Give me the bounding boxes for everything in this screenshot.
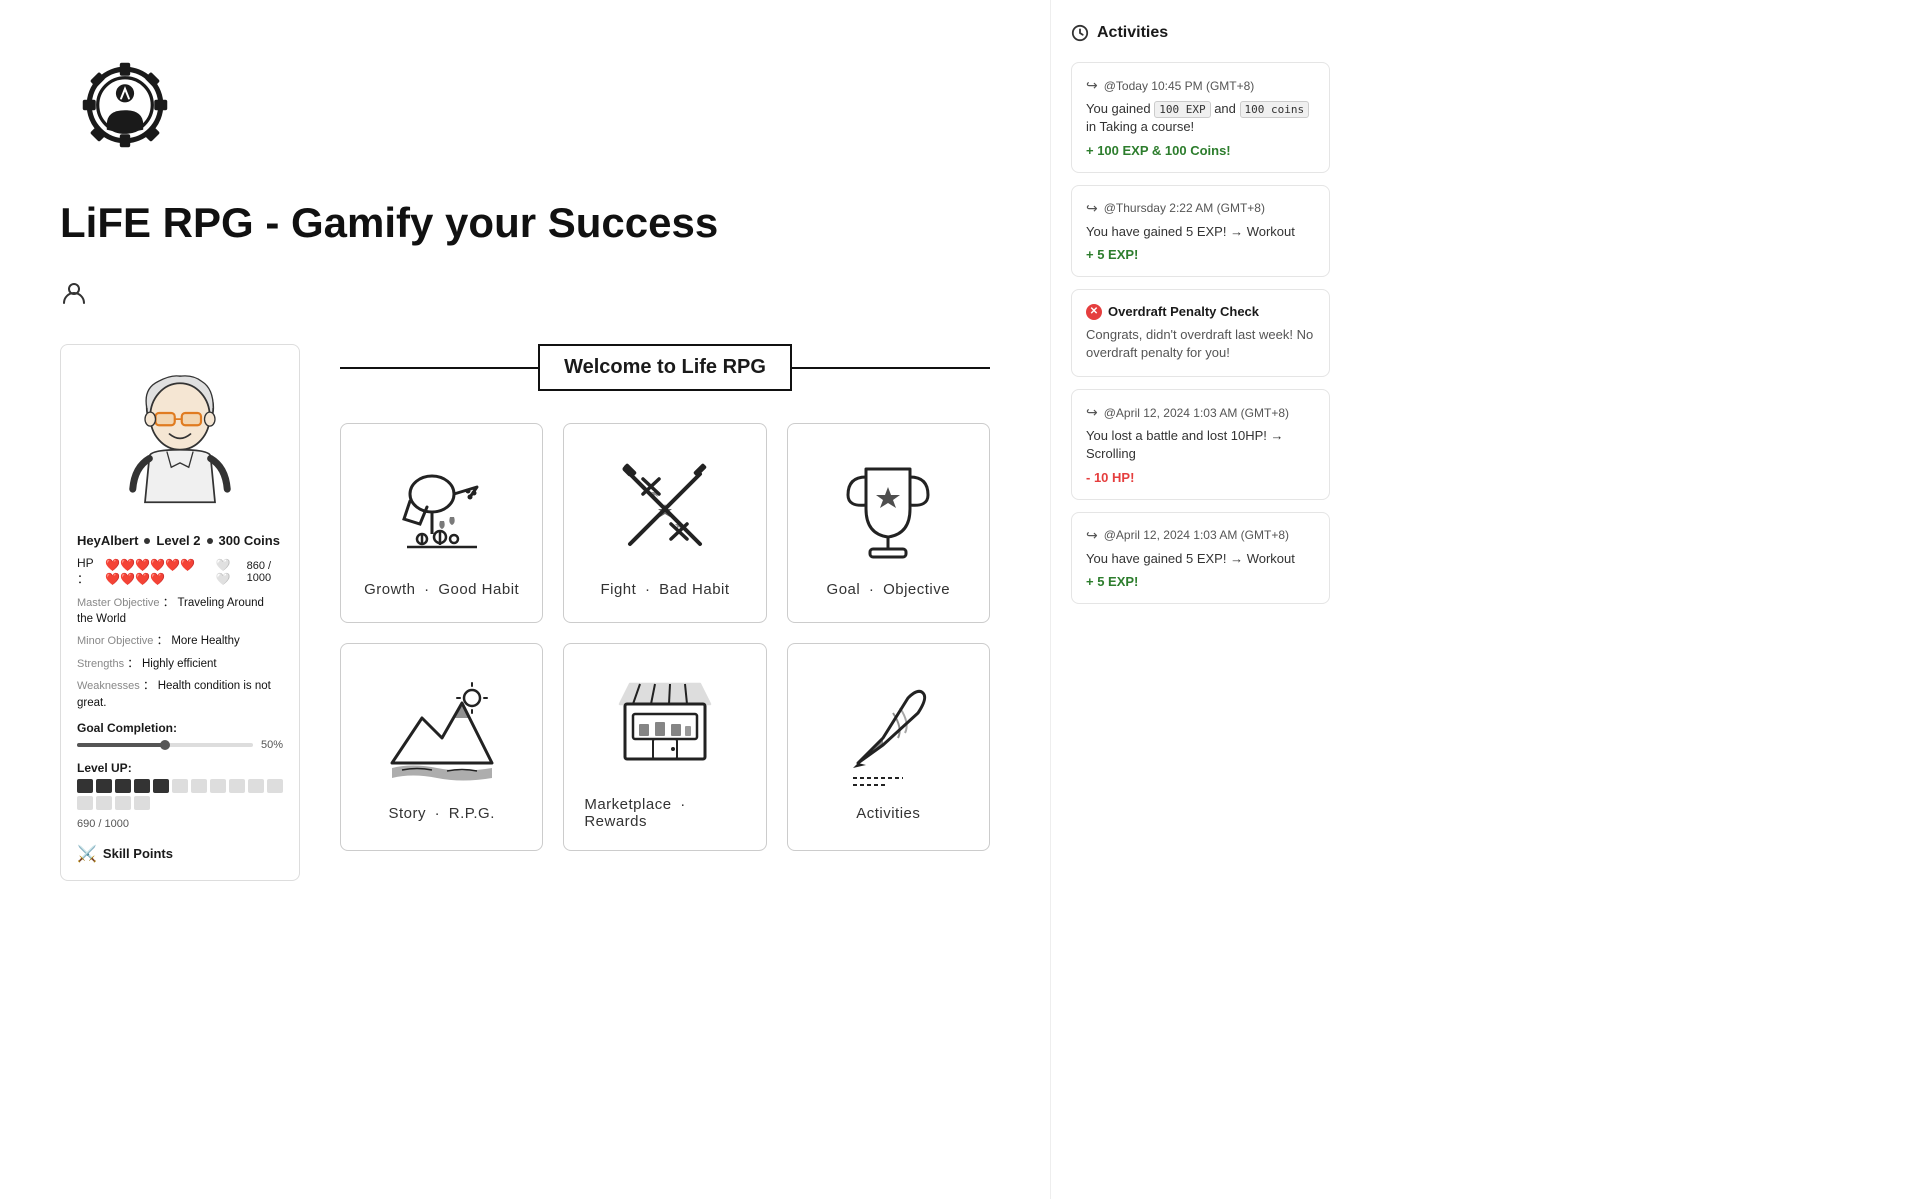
activity-reward-4: + 5 EXP!	[1086, 574, 1315, 589]
level-up-section: Level UP:	[77, 761, 283, 832]
goal-completion-section: Goal Completion: 50%	[77, 721, 283, 751]
card-goal-objective[interactable]: Goal · Objective	[787, 423, 990, 623]
goal-progress-bar	[77, 743, 253, 747]
character-level: Level 2	[156, 533, 200, 548]
card-label-fight: Fight · Bad Habit	[600, 581, 729, 598]
overdraft-title: ✕ Overdraft Penalty Check	[1086, 304, 1315, 320]
level-text: 690 / 1000	[77, 818, 129, 830]
activity-reward-1: + 100 EXP & 100 Coins!	[1086, 143, 1315, 158]
hp-text: 860 / 1000	[247, 560, 283, 584]
skill-points-label: Skill Points	[103, 846, 173, 861]
card-label-story: Story · R.P.G.	[388, 805, 494, 822]
overdraft-x-icon: ✕	[1086, 304, 1102, 320]
hp-row: HP ： ❤️❤️❤️❤️❤️❤️❤️❤️❤️❤️ 🤍🤍 860 / 1000	[77, 556, 283, 587]
card-icon-activities	[828, 673, 948, 793]
activity-desc-1: You gained 100 EXP and 100 coins in Taki…	[1086, 100, 1315, 137]
card-fight-bad-habit[interactable]: Fight · Bad Habit	[563, 423, 766, 623]
card-marketplace[interactable]: Marketplace · Rewards	[563, 643, 766, 851]
goal-percent: 50%	[261, 739, 283, 751]
card-label-marketplace: Marketplace · Rewards	[584, 796, 745, 830]
coins-badge: 100 coins	[1240, 101, 1310, 118]
card-icon-marketplace	[605, 664, 725, 784]
hearts-filled: ❤️❤️❤️❤️❤️❤️❤️❤️❤️❤️	[105, 558, 210, 586]
activity-time-1: ↪ @Today 10:45 PM (GMT+8)	[1086, 77, 1315, 94]
activity-card-3: ↪ @April 12, 2024 1:03 AM (GMT+8) You lo…	[1071, 389, 1330, 499]
card-icon-growth	[382, 449, 502, 569]
level-up-label: Level UP:	[77, 761, 283, 775]
strengths-row: Strengths ： Highly efficient	[77, 656, 283, 672]
master-objective-row: Master Objective ： Traveling Around the …	[77, 595, 283, 627]
card-icon-goal	[828, 449, 948, 569]
character-coins: 300 Coins	[219, 533, 280, 548]
header-line-right	[792, 367, 990, 369]
account-icon[interactable]	[60, 279, 88, 307]
welcome-title: Welcome to Life RPG	[538, 344, 792, 391]
header-line-left	[340, 367, 538, 369]
right-panel: Activities ↪ @Today 10:45 PM (GMT+8) You…	[1050, 0, 1350, 1199]
minor-objective-row: Minor Objective ： More Healthy	[77, 633, 283, 649]
center-panel: Welcome to Life RPG	[340, 344, 990, 851]
activity-time-4: ↪ @April 12, 2024 1:03 AM (GMT+8)	[1086, 527, 1315, 544]
character-name: HeyAlbert	[77, 533, 138, 548]
sep2	[207, 538, 213, 544]
card-label-activities: Activities	[856, 805, 920, 822]
minor-objective-value: More Healthy	[171, 635, 239, 647]
welcome-header: Welcome to Life RPG	[340, 344, 990, 391]
logo-area	[60, 40, 990, 175]
character-panel: HeyAlbert Level 2 300 Coins HP ： ❤️❤️❤️❤…	[60, 344, 300, 881]
strengths-value: Highly efficient	[142, 658, 217, 670]
card-icon-fight	[605, 449, 725, 569]
level-blocks	[77, 779, 283, 810]
card-label-goal: Goal · Objective	[827, 581, 951, 598]
activity-desc-3: You lost a battle and lost 10HP! → Scrol…	[1086, 427, 1315, 463]
character-name-row: HeyAlbert Level 2 300 Coins	[77, 533, 283, 548]
activities-icon	[1071, 24, 1089, 42]
card-growth-good-habit[interactable]: Growth · Good Habit	[340, 423, 543, 623]
minor-objective-label: Minor Objective	[77, 635, 153, 647]
card-label-growth: Growth · Good Habit	[364, 581, 519, 598]
cards-grid: Growth · Good Habit	[340, 423, 990, 851]
activity-desc-2: You have gained 5 EXP! → Workout	[1086, 223, 1315, 241]
goal-completion-label: Goal Completion:	[77, 721, 283, 735]
activities-title: Activities	[1071, 24, 1330, 42]
character-avatar	[77, 361, 283, 521]
activity-reward-3: - 10 HP!	[1086, 470, 1315, 485]
activity-time-3: ↪ @April 12, 2024 1:03 AM (GMT+8)	[1086, 404, 1315, 421]
overdraft-desc: Congrats, didn't overdraft last week! No…	[1086, 326, 1315, 362]
activity-card-1: ↪ @Today 10:45 PM (GMT+8) You gained 100…	[1071, 62, 1330, 173]
activity-desc-4: You have gained 5 EXP! → Workout	[1086, 550, 1315, 568]
card-activities[interactable]: Activities	[787, 643, 990, 851]
skill-points-row[interactable]: ⚔️ Skill Points	[77, 844, 283, 864]
activity-time-2: ↪ @Thursday 2:22 AM (GMT+8)	[1086, 200, 1315, 217]
sep1	[144, 538, 150, 544]
activity-card-4: ↪ @April 12, 2024 1:03 AM (GMT+8) You ha…	[1071, 512, 1330, 604]
exp-badge: 100 EXP	[1154, 101, 1210, 118]
logo-icon	[60, 40, 190, 170]
weaknesses-row: Weaknesses ： Health condition is not gre…	[77, 678, 283, 710]
strengths-label: Strengths	[77, 658, 124, 670]
activity-card-2: ↪ @Thursday 2:22 AM (GMT+8) You have gai…	[1071, 185, 1330, 277]
weaknesses-label: Weaknesses	[77, 680, 140, 692]
activity-reward-2: + 5 EXP!	[1086, 247, 1315, 262]
card-icon-story	[382, 673, 502, 793]
master-objective-label: Master Objective	[77, 597, 160, 609]
card-story-rpg[interactable]: Story · R.P.G.	[340, 643, 543, 851]
page-title: LiFE RPG - Gamify your Success	[60, 199, 990, 247]
overdraft-card: ✕ Overdraft Penalty Check Congrats, didn…	[1071, 289, 1330, 377]
